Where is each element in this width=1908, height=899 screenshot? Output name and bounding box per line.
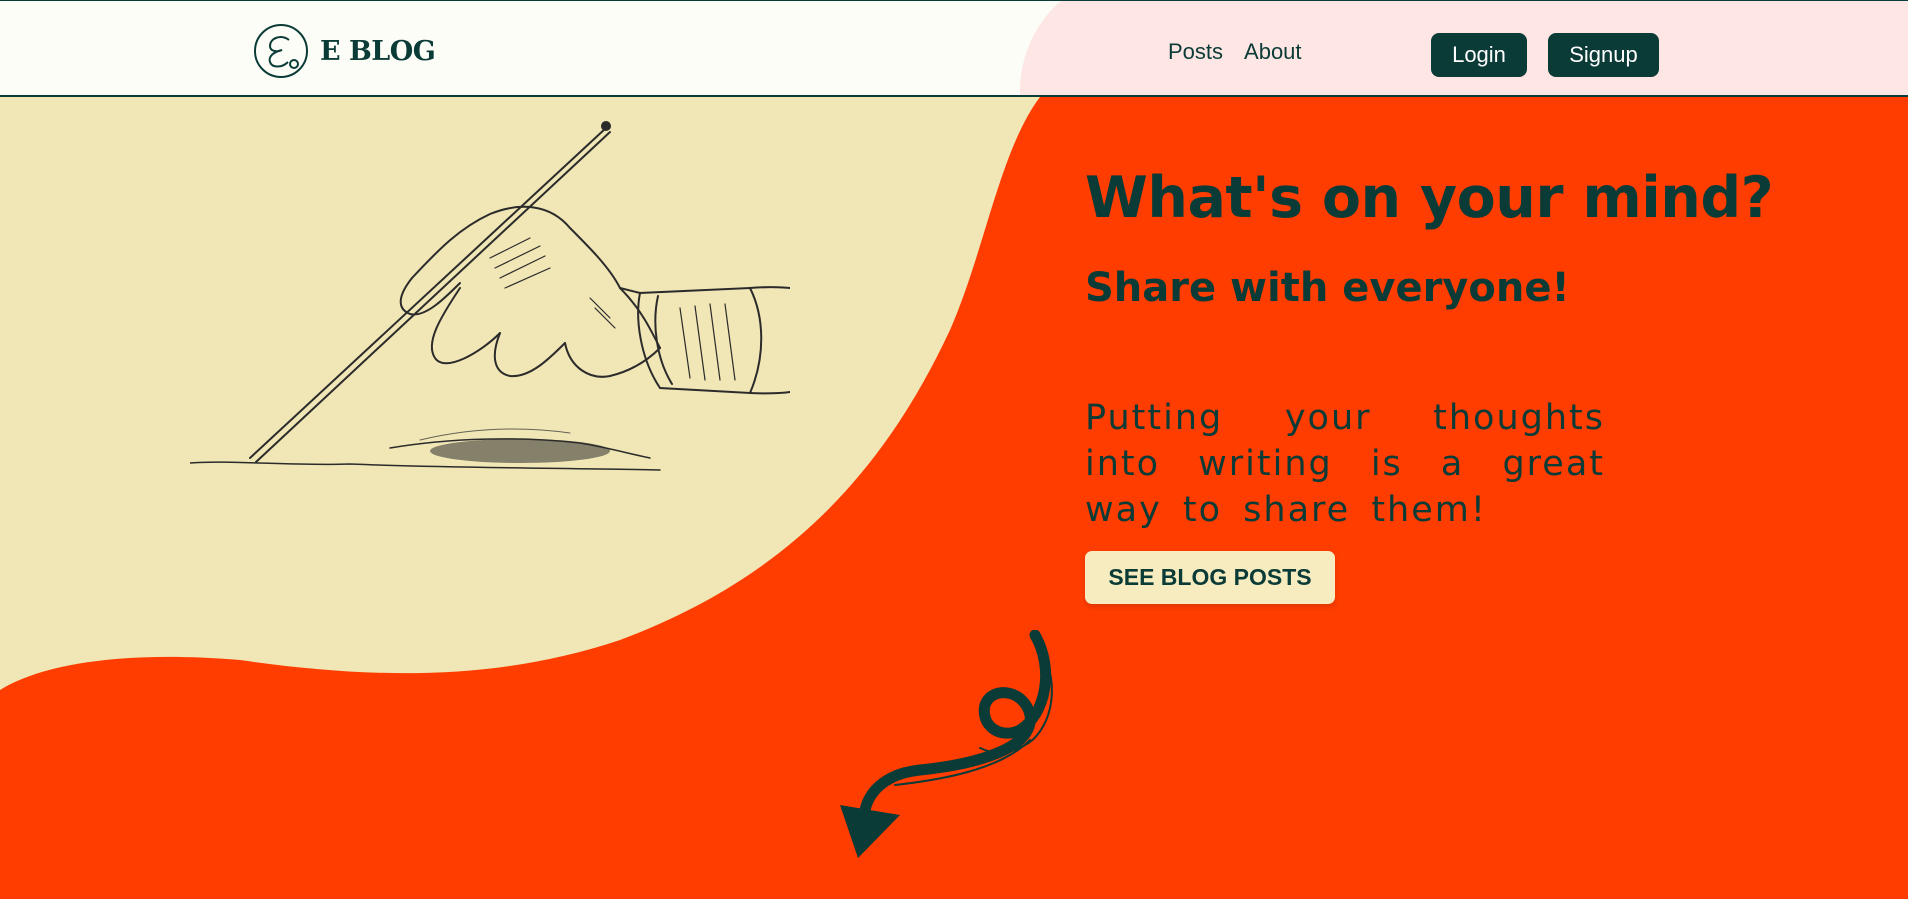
nav-item-posts[interactable]: Posts xyxy=(1168,39,1223,65)
main-nav: Posts About xyxy=(1168,39,1302,65)
hero-description: Putting your thoughts into writing is a … xyxy=(1085,398,1605,530)
nav-item-about[interactable]: About xyxy=(1244,39,1302,65)
top-navbar: E BLOG Posts About Login Signup xyxy=(0,0,1908,97)
brand-logo[interactable]: E BLOG xyxy=(248,19,444,83)
brand-name: E BLOG xyxy=(320,35,436,67)
login-button[interactable]: Login xyxy=(1431,33,1527,77)
hero-title: What's on your mind? xyxy=(1085,165,1774,231)
hero-subtitle: Share with everyone! xyxy=(1085,265,1570,311)
see-blog-posts-button[interactable]: SEE BLOG POSTS xyxy=(1085,551,1335,604)
hero-section: What's on your mind? Share with everyone… xyxy=(1085,165,1774,604)
signup-button[interactable]: Signup xyxy=(1548,33,1659,77)
hand-writing-with-pen-icon xyxy=(190,121,790,471)
curly-arrow-down-icon xyxy=(840,630,1053,858)
e-blog-logo-icon xyxy=(254,24,308,78)
